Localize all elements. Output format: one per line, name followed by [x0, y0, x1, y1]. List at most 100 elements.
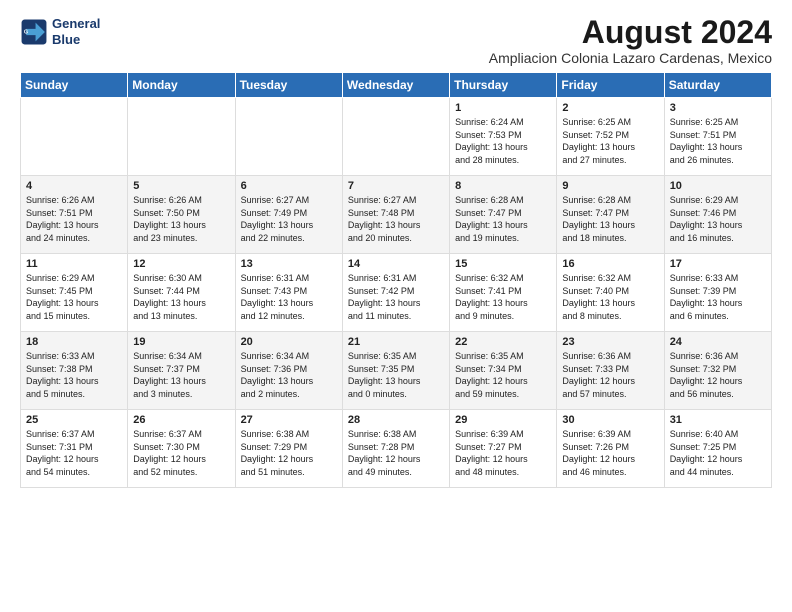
calendar-cell: 6Sunrise: 6:27 AM Sunset: 7:49 PM Daylig… — [235, 176, 342, 254]
calendar-body: 1 Sunrise: 6:24 AM Sunset: 7:53 PM Daylig… — [21, 98, 772, 488]
day-number: 24 — [670, 336, 766, 348]
day-number: 27 — [241, 414, 337, 426]
day-info: Sunrise: 6:36 AM Sunset: 7:33 PM Dayligh… — [562, 350, 658, 400]
calendar-week-3: 11Sunrise: 6:29 AM Sunset: 7:45 PM Dayli… — [21, 254, 772, 332]
month-year: August 2024 — [489, 16, 772, 48]
calendar-cell: 28 Sunrise: 6:38 AM Sunset: 7:28 PM Dayli… — [342, 410, 449, 488]
header: G General Blue August 2024 Ampliacion Co… — [20, 16, 772, 66]
weekday-friday: Friday — [557, 73, 664, 98]
calendar-cell: 5 Sunrise: 6:26 AM Sunset: 7:50 PM Daylig… — [128, 176, 235, 254]
day-info: Sunrise: 6:29 AM Sunset: 7:46 PM Dayligh… — [670, 194, 766, 244]
weekday-sunday: Sunday — [21, 73, 128, 98]
calendar-cell — [342, 98, 449, 176]
calendar-cell: 11Sunrise: 6:29 AM Sunset: 7:45 PM Dayli… — [21, 254, 128, 332]
calendar-cell: 2Sunrise: 6:25 AM Sunset: 7:52 PM Daylig… — [557, 98, 664, 176]
calendar-cell: 15 Sunrise: 6:32 AM Sunset: 7:41 PM Dayli… — [450, 254, 557, 332]
day-info: Sunrise: 6:39 AM Sunset: 7:26 PM Dayligh… — [562, 428, 658, 478]
calendar-cell — [21, 98, 128, 176]
calendar-week-2: 4Sunrise: 6:26 AM Sunset: 7:51 PM Daylig… — [21, 176, 772, 254]
calendar-cell: 10 Sunrise: 6:29 AM Sunset: 7:46 PM Dayli… — [664, 176, 771, 254]
calendar-cell: 16 Sunrise: 6:32 AM Sunset: 7:40 PM Dayli… — [557, 254, 664, 332]
logo-text: General Blue — [52, 16, 100, 47]
day-info: Sunrise: 6:27 AM Sunset: 7:48 PM Dayligh… — [348, 194, 444, 244]
calendar-cell: 20 Sunrise: 6:34 AM Sunset: 7:36 PM Dayli… — [235, 332, 342, 410]
day-number: 28 — [348, 414, 444, 426]
day-number: 1 — [455, 102, 551, 114]
calendar-cell: 7 Sunrise: 6:27 AM Sunset: 7:48 PM Daylig… — [342, 176, 449, 254]
weekday-tuesday: Tuesday — [235, 73, 342, 98]
calendar-cell: 3 Sunrise: 6:25 AM Sunset: 7:51 PM Daylig… — [664, 98, 771, 176]
day-info: Sunrise: 6:38 AM Sunset: 7:29 PM Dayligh… — [241, 428, 337, 478]
calendar-cell: 18 Sunrise: 6:33 AM Sunset: 7:38 PM Dayli… — [21, 332, 128, 410]
day-number: 18 — [26, 336, 122, 348]
logo-icon: G — [20, 18, 48, 46]
day-number: 25 — [26, 414, 122, 426]
weekday-wednesday: Wednesday — [342, 73, 449, 98]
calendar-cell — [235, 98, 342, 176]
day-number: 14 — [348, 258, 444, 270]
day-info: Sunrise: 6:32 AM Sunset: 7:40 PM Dayligh… — [562, 272, 658, 322]
calendar-cell: 21 Sunrise: 6:35 AM Sunset: 7:35 PM Dayli… — [342, 332, 449, 410]
calendar-cell: 9 Sunrise: 6:28 AM Sunset: 7:47 PM Daylig… — [557, 176, 664, 254]
calendar-week-4: 18 Sunrise: 6:33 AM Sunset: 7:38 PM Dayli… — [21, 332, 772, 410]
calendar-cell: 25 Sunrise: 6:37 AM Sunset: 7:31 PM Dayli… — [21, 410, 128, 488]
day-info: Sunrise: 6:30 AM Sunset: 7:44 PM Dayligh… — [133, 272, 229, 322]
day-number: 9 — [562, 180, 658, 192]
day-number: 10 — [670, 180, 766, 192]
day-info: Sunrise: 6:25 AM Sunset: 7:51 PM Dayligh… — [670, 116, 766, 166]
day-info: Sunrise: 6:32 AM Sunset: 7:41 PM Dayligh… — [455, 272, 551, 322]
calendar-cell: 27 Sunrise: 6:38 AM Sunset: 7:29 PM Dayli… — [235, 410, 342, 488]
calendar-cell: 19 Sunrise: 6:34 AM Sunset: 7:37 PM Dayli… — [128, 332, 235, 410]
calendar-cell: 8Sunrise: 6:28 AM Sunset: 7:47 PM Daylig… — [450, 176, 557, 254]
calendar-cell: 1 Sunrise: 6:24 AM Sunset: 7:53 PM Daylig… — [450, 98, 557, 176]
day-number: 15 — [455, 258, 551, 270]
page: G General Blue August 2024 Ampliacion Co… — [0, 0, 792, 498]
day-number: 12 — [133, 258, 229, 270]
day-number: 3 — [670, 102, 766, 114]
day-number: 16 — [562, 258, 658, 270]
day-info: Sunrise: 6:38 AM Sunset: 7:28 PM Dayligh… — [348, 428, 444, 478]
day-info: Sunrise: 6:31 AM Sunset: 7:43 PM Dayligh… — [241, 272, 337, 322]
day-info: Sunrise: 6:35 AM Sunset: 7:35 PM Dayligh… — [348, 350, 444, 400]
title-block: August 2024 Ampliacion Colonia Lazaro Ca… — [489, 16, 772, 66]
calendar-cell: 29Sunrise: 6:39 AM Sunset: 7:27 PM Dayli… — [450, 410, 557, 488]
day-info: Sunrise: 6:34 AM Sunset: 7:37 PM Dayligh… — [133, 350, 229, 400]
location: Ampliacion Colonia Lazaro Cardenas, Mexi… — [489, 50, 772, 66]
day-number: 13 — [241, 258, 337, 270]
calendar-cell: 23 Sunrise: 6:36 AM Sunset: 7:33 PM Dayli… — [557, 332, 664, 410]
calendar-cell: 22Sunrise: 6:35 AM Sunset: 7:34 PM Dayli… — [450, 332, 557, 410]
calendar-cell: 26 Sunrise: 6:37 AM Sunset: 7:30 PM Dayli… — [128, 410, 235, 488]
calendar-cell: 30 Sunrise: 6:39 AM Sunset: 7:26 PM Dayli… — [557, 410, 664, 488]
day-number: 20 — [241, 336, 337, 348]
day-info: Sunrise: 6:28 AM Sunset: 7:47 PM Dayligh… — [562, 194, 658, 244]
day-number: 31 — [670, 414, 766, 426]
day-info: Sunrise: 6:34 AM Sunset: 7:36 PM Dayligh… — [241, 350, 337, 400]
calendar-week-5: 25 Sunrise: 6:37 AM Sunset: 7:31 PM Dayli… — [21, 410, 772, 488]
day-number: 2 — [562, 102, 658, 114]
day-info: Sunrise: 6:35 AM Sunset: 7:34 PM Dayligh… — [455, 350, 551, 400]
calendar-table: SundayMondayTuesdayWednesdayThursdayFrid… — [20, 72, 772, 488]
weekday-monday: Monday — [128, 73, 235, 98]
day-info: Sunrise: 6:37 AM Sunset: 7:30 PM Dayligh… — [133, 428, 229, 478]
day-info: Sunrise: 6:26 AM Sunset: 7:50 PM Dayligh… — [133, 194, 229, 244]
day-info: Sunrise: 6:24 AM Sunset: 7:53 PM Dayligh… — [455, 116, 551, 166]
day-info: Sunrise: 6:40 AM Sunset: 7:25 PM Dayligh… — [670, 428, 766, 478]
day-number: 19 — [133, 336, 229, 348]
logo: G General Blue — [20, 16, 100, 47]
day-number: 5 — [133, 180, 229, 192]
day-number: 7 — [348, 180, 444, 192]
day-info: Sunrise: 6:29 AM Sunset: 7:45 PM Dayligh… — [26, 272, 122, 322]
calendar-cell: 4Sunrise: 6:26 AM Sunset: 7:51 PM Daylig… — [21, 176, 128, 254]
day-info: Sunrise: 6:33 AM Sunset: 7:38 PM Dayligh… — [26, 350, 122, 400]
day-number: 23 — [562, 336, 658, 348]
day-info: Sunrise: 6:37 AM Sunset: 7:31 PM Dayligh… — [26, 428, 122, 478]
day-number: 30 — [562, 414, 658, 426]
weekday-thursday: Thursday — [450, 73, 557, 98]
day-info: Sunrise: 6:33 AM Sunset: 7:39 PM Dayligh… — [670, 272, 766, 322]
day-number: 21 — [348, 336, 444, 348]
weekday-saturday: Saturday — [664, 73, 771, 98]
weekday-header-row: SundayMondayTuesdayWednesdayThursdayFrid… — [21, 73, 772, 98]
day-number: 26 — [133, 414, 229, 426]
calendar-cell — [128, 98, 235, 176]
calendar-cell: 12 Sunrise: 6:30 AM Sunset: 7:44 PM Dayli… — [128, 254, 235, 332]
